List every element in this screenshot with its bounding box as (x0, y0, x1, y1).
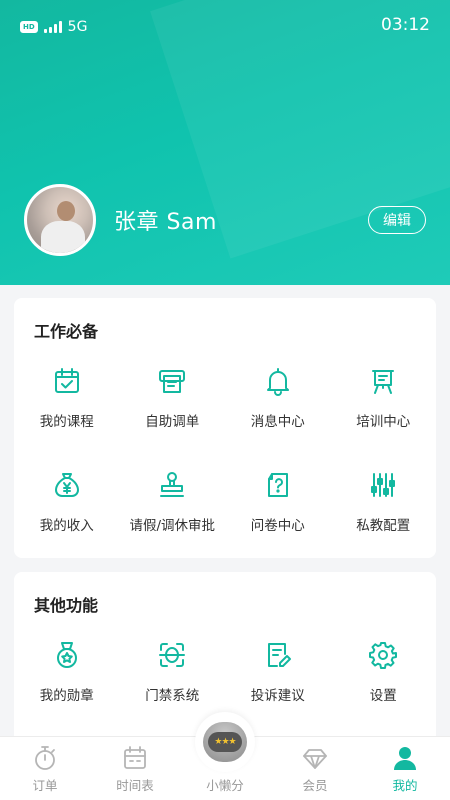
grid-item-self-service[interactable]: 自助调单 (120, 364, 226, 468)
gear-icon (369, 642, 398, 669)
grid-item-my-medals[interactable]: 我的勋章 (14, 638, 120, 742)
work-grid: 我的课程 自助调单 消息中心 培训中心 我的收入 请假/调休审批 问卷中心 私教… (14, 364, 436, 572)
person-icon (394, 747, 416, 770)
edit-button[interactable]: 编辑 (368, 206, 426, 234)
section-title: 其他功能 (34, 596, 99, 615)
section-title: 工作必备 (34, 322, 99, 341)
stopwatch-icon (35, 746, 55, 770)
work-essentials-card: 工作必备 我的课程 自助调单 消息中心 培训中心 我的收入 请假/调休审批 问卷… (14, 298, 436, 558)
user-name: 张章 Sam (114, 210, 217, 235)
grid-label: 问卷中心 (250, 518, 305, 534)
profile-header: HD 5G 03:12 张章 Sam 编辑 (0, 0, 450, 285)
grid-item-training-center[interactable]: 培训中心 (331, 364, 437, 468)
diamond-icon (303, 749, 327, 769)
status-left: HD 5G (20, 19, 87, 35)
robot-face: ★★★ (208, 732, 242, 752)
tab-label: 会员 (302, 778, 328, 793)
tab-label: 小懒分 (206, 778, 244, 793)
grid-item-my-courses[interactable]: 我的课程 (14, 364, 120, 468)
grid-label: 我的课程 (39, 414, 94, 430)
grid-label: 培训中心 (356, 414, 411, 430)
status-time: 03:12 (381, 15, 430, 35)
bell-icon (266, 368, 289, 396)
tab-label: 时间表 (116, 778, 154, 793)
calendar-icon (124, 746, 146, 769)
grid-label: 私教配置 (356, 518, 411, 534)
medal-icon (56, 642, 77, 668)
printer-receipt-icon (159, 370, 186, 393)
grid-label: 消息中心 (250, 414, 305, 430)
tab-schedule[interactable]: 时间表 (90, 737, 180, 800)
tab-members[interactable]: 会员 (270, 737, 360, 800)
grid-label: 我的勋章 (39, 688, 94, 704)
grid-item-settings[interactable]: 设置 (331, 638, 437, 742)
hd-badge: HD (20, 21, 38, 33)
tab-mine[interactable]: 我的 (360, 737, 450, 800)
grid-label: 我的收入 (39, 518, 94, 534)
grid-item-message-center[interactable]: 消息中心 (225, 364, 331, 468)
money-bag-icon (54, 473, 79, 497)
signal-icon (43, 21, 62, 33)
status-bar: HD 5G 03:12 (0, 0, 450, 52)
grid-label: 投诉建议 (250, 688, 305, 704)
grid-item-my-income[interactable]: 我的收入 (14, 468, 120, 572)
avatar[interactable] (24, 184, 96, 256)
calendar-check-icon (54, 368, 79, 393)
stamp-icon (160, 472, 185, 497)
grid-item-survey-center[interactable]: 问卷中心 (225, 468, 331, 572)
question-document-icon (267, 473, 288, 497)
tab-orders[interactable]: 订单 (0, 737, 90, 800)
easel-board-icon (372, 370, 395, 394)
grid-item-pt-config[interactable]: 私教配置 (331, 468, 437, 572)
grid-label: 自助调单 (145, 414, 200, 430)
network-type: 5G (67, 19, 88, 35)
robot-fab-button[interactable]: ★★★ (195, 712, 255, 772)
edit-note-icon (267, 643, 291, 667)
grid-label: 设置 (369, 688, 397, 704)
sliders-icon (371, 473, 396, 497)
tab-label: 我的 (392, 778, 418, 793)
robot-icon: ★★★ (203, 722, 247, 762)
tab-label: 订单 (32, 778, 58, 793)
grid-label: 门禁系统 (145, 688, 200, 704)
grid-item-leave-approval[interactable]: 请假/调休审批 (120, 468, 226, 572)
grid-label: 请假/调休审批 (129, 518, 216, 534)
profile-info: 张章 Sam (24, 184, 217, 256)
face-scan-icon (159, 643, 186, 667)
